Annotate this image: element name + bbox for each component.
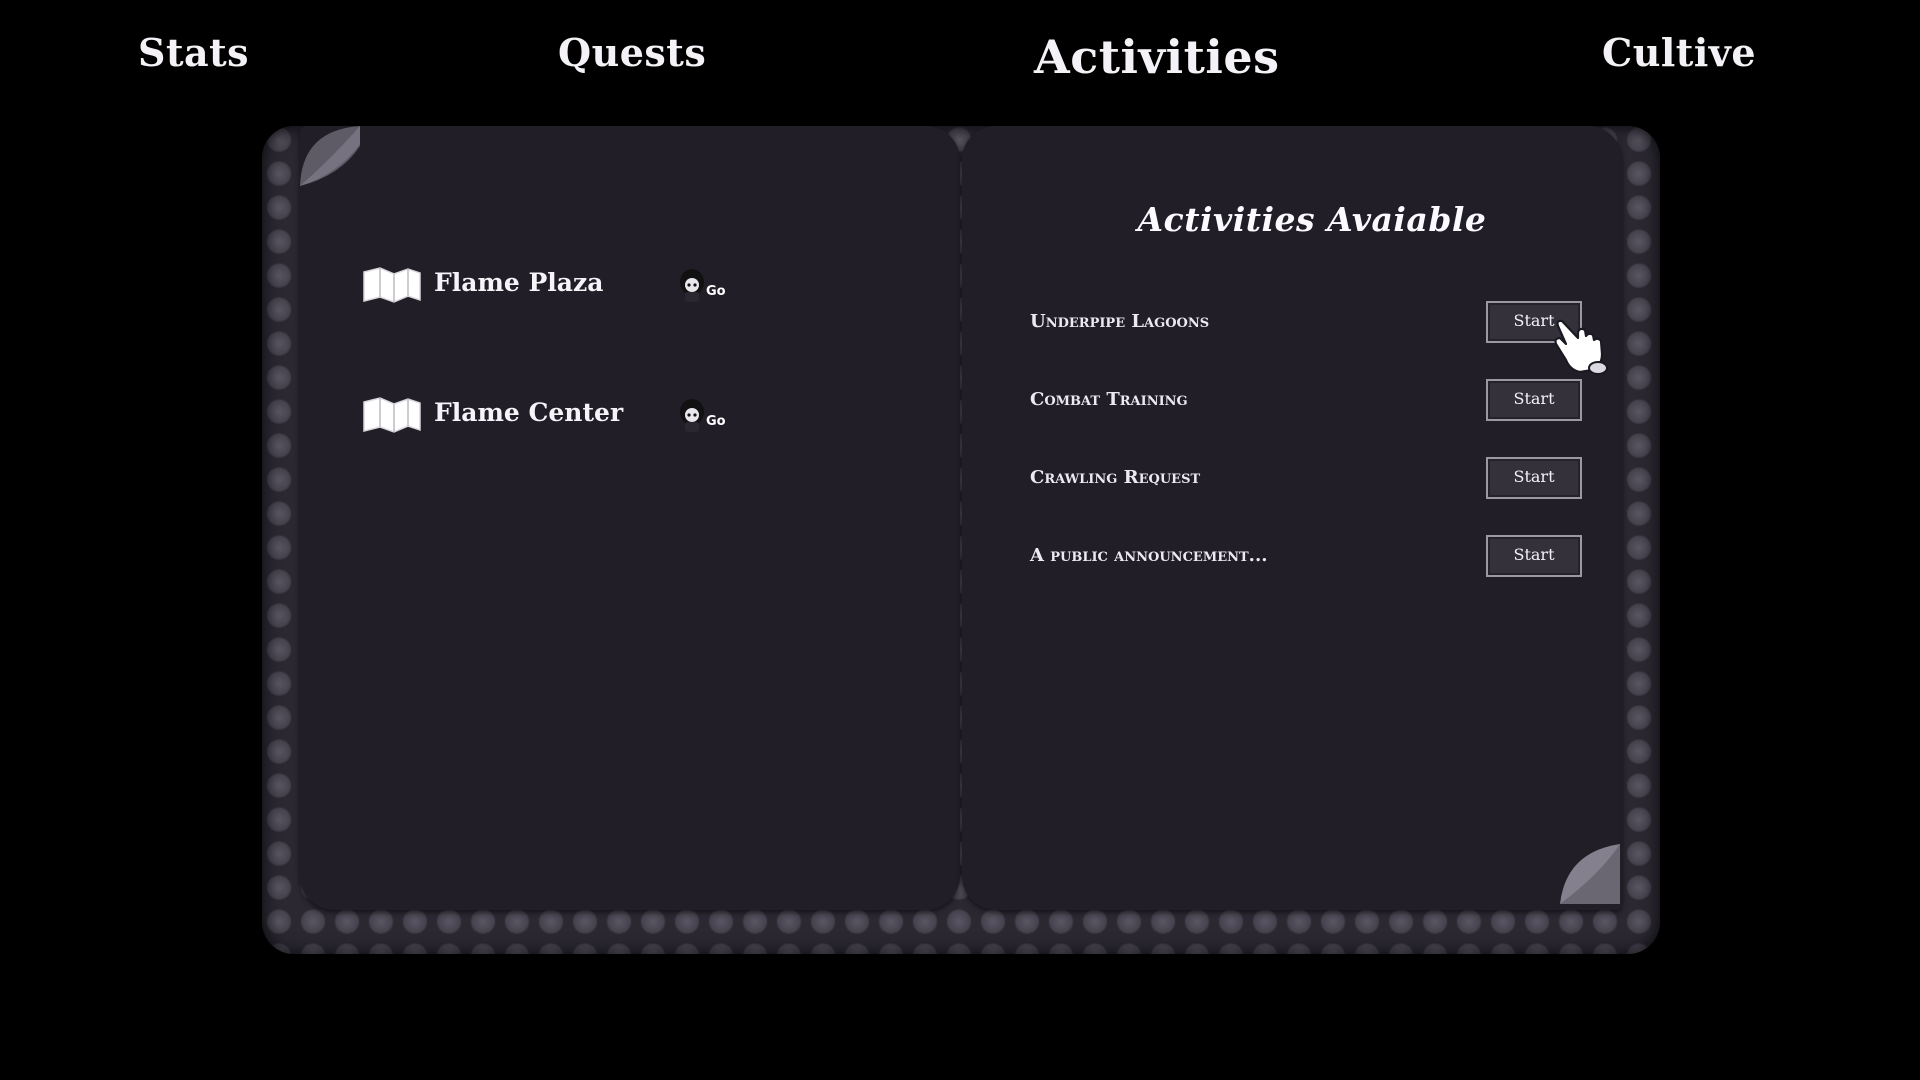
- activity-item: A public announcement... Start: [1030, 535, 1590, 579]
- character-portrait-icon: [680, 269, 704, 302]
- activities-title: Activities Avaiable: [1137, 200, 1487, 239]
- activity-label: A public announcement...: [1030, 545, 1268, 566]
- quest-label: Flame Plaza: [434, 268, 604, 297]
- map-icon: [363, 267, 421, 303]
- go-label: Go: [706, 414, 726, 429]
- go-label: Go: [706, 284, 726, 299]
- activity-label: Crawling Request: [1030, 467, 1201, 488]
- right-page: [962, 126, 1622, 910]
- activity-item: Crawling Request Start: [1030, 457, 1590, 501]
- activity-item: Underpipe Lagoons Start: [1030, 301, 1590, 345]
- character-portrait-icon: [680, 399, 704, 432]
- page-corner-fold: [300, 126, 360, 186]
- activity-item: Combat Training Start: [1030, 379, 1590, 423]
- start-button[interactable]: Start: [1486, 301, 1582, 343]
- tab-activities[interactable]: Activities: [1034, 30, 1280, 84]
- start-button[interactable]: Start: [1486, 379, 1582, 421]
- tab-quests[interactable]: Quests: [558, 30, 706, 75]
- tab-stats[interactable]: Stats: [138, 30, 249, 75]
- map-icon: [363, 397, 421, 433]
- go-button[interactable]: Go: [678, 396, 734, 436]
- quest-label: Flame Center: [434, 398, 624, 427]
- activity-label: Combat Training: [1030, 389, 1188, 410]
- activity-label: Underpipe Lagoons: [1030, 311, 1210, 332]
- start-button[interactable]: Start: [1486, 457, 1582, 499]
- left-page: [300, 126, 960, 910]
- start-button[interactable]: Start: [1486, 535, 1582, 577]
- go-button[interactable]: Go: [678, 266, 734, 306]
- page-corner-fold: [1560, 844, 1620, 904]
- tab-cultive[interactable]: Cultive: [1602, 30, 1756, 75]
- tab-bar: Stats Quests Activities Cultive: [0, 0, 1920, 120]
